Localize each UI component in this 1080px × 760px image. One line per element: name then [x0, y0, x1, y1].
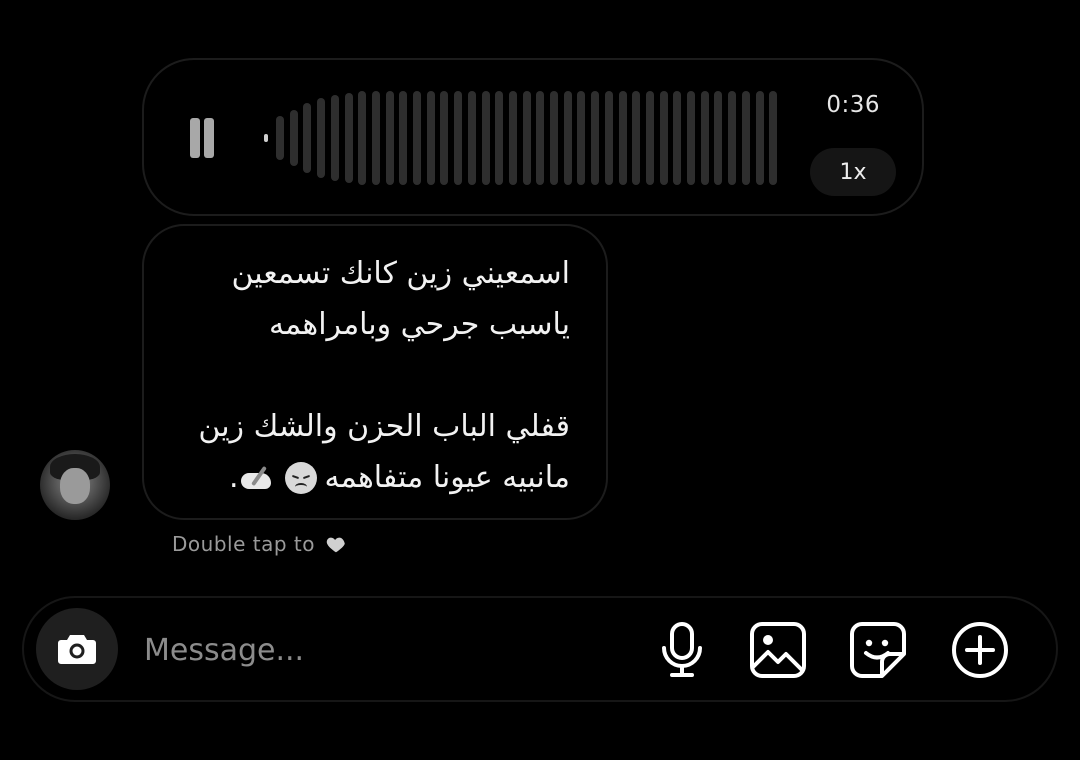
- playback-speed-button[interactable]: 1x: [810, 148, 896, 196]
- waveform-bar: [728, 91, 737, 185]
- gallery-button[interactable]: [748, 620, 808, 680]
- waveform-bar: [344, 93, 353, 183]
- audio-waveform[interactable]: [262, 82, 792, 194]
- waveform-bar: [700, 91, 709, 185]
- waveform-bar: [399, 91, 408, 185]
- waveform-bar: [522, 91, 531, 185]
- waveform-bar: [495, 91, 504, 185]
- voice-record-button[interactable]: [652, 620, 712, 680]
- more-actions-button[interactable]: [950, 620, 1010, 680]
- waveform-bar: [577, 91, 586, 185]
- message-line: اسمعيني زين كانك تسمعين: [231, 256, 570, 291]
- message-line: ياسبب جرحي وبامراهمه: [268, 307, 570, 342]
- waveform-bar: [440, 91, 449, 185]
- message-last-line: . مانبيه عيونا متفاهمه: [170, 452, 570, 503]
- waveform-bar: [317, 98, 326, 178]
- message-composer: [22, 596, 1058, 702]
- plus-circle-icon: [952, 622, 1008, 678]
- waveform-bar: [413, 91, 421, 185]
- waveform-bar: [755, 91, 764, 185]
- message-input[interactable]: [142, 626, 626, 674]
- waveform-bar: [385, 91, 394, 185]
- camera-icon: [58, 635, 96, 664]
- waveform-bar: [330, 95, 339, 181]
- waveform-bar: [645, 91, 654, 185]
- waveform-bar: [276, 116, 284, 160]
- image-icon: [750, 622, 806, 678]
- heart-icon: [326, 537, 345, 553]
- waveform-bar: [769, 91, 778, 185]
- voice-message-bubble: 0:36 1x: [142, 58, 924, 216]
- message-trailing-dot: .: [229, 460, 239, 495]
- pause-icon: [190, 118, 200, 158]
- waveform-bar: [687, 91, 695, 185]
- writing-hand-emoji: [239, 463, 275, 493]
- waveform-bar: [508, 91, 517, 185]
- sticker-button[interactable]: [848, 620, 908, 680]
- waveform-bar: [563, 91, 572, 185]
- waveform-bar: [358, 91, 367, 185]
- waveform-bar: [426, 91, 435, 185]
- waveform-bar: [454, 91, 463, 185]
- message-text: اسمعيني زين كانك تسمعين ياسبب جرحي وبامر…: [170, 248, 570, 503]
- waveform-bar: [632, 91, 641, 185]
- waveform-bar: [618, 91, 627, 185]
- avatar[interactable]: [40, 450, 110, 520]
- microphone-icon: [662, 622, 702, 677]
- waveform-bar: [536, 91, 545, 185]
- message-line: قفلي الباب الحزن والشك زين: [198, 409, 570, 444]
- text-message-bubble: اسمعيني زين كانك تسمعين ياسبب جرحي وبامر…: [142, 224, 608, 520]
- camera-button[interactable]: [36, 608, 118, 690]
- playhead-dot: [264, 134, 268, 142]
- double-tap-text: Double tap to: [172, 532, 315, 556]
- waveform-bar: [604, 91, 613, 185]
- pause-button[interactable]: [188, 116, 218, 160]
- waveform-bar: [371, 91, 380, 185]
- double-tap-hint: Double tap to: [172, 532, 347, 556]
- waveform-bar: [673, 91, 682, 185]
- waveform-bar: [289, 110, 298, 166]
- pause-icon-bar: [204, 118, 214, 158]
- disappointed-face-emoji: [284, 461, 317, 494]
- waveform-bar: [467, 91, 476, 185]
- waveform-bar: [591, 91, 600, 185]
- waveform-bar: [714, 91, 723, 185]
- waveform-bar: [659, 91, 668, 185]
- message-line: مانبيه عيونا متفاهمه: [324, 460, 570, 495]
- sticker-icon: [850, 622, 906, 678]
- waveform-bar: [303, 103, 312, 173]
- voice-duration: 0:36: [826, 92, 880, 118]
- waveform-bar: [550, 91, 558, 185]
- waveform-bar: [481, 91, 490, 185]
- waveform-bar: [741, 91, 750, 185]
